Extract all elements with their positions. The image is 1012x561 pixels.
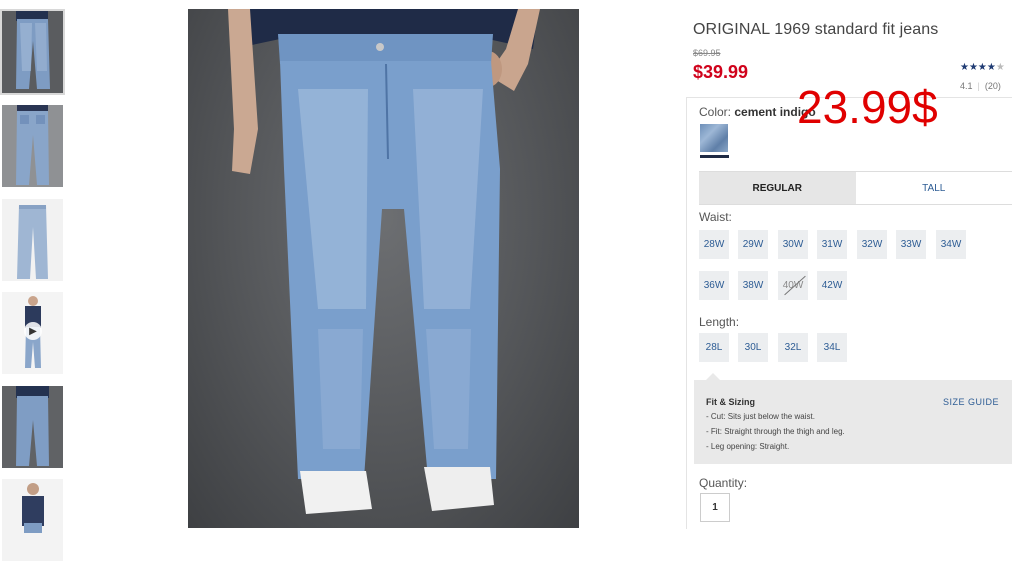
fit-detail-leg-opening: - Leg opening: Straight. xyxy=(706,442,789,451)
waist-size-34w[interactable]: 34W xyxy=(936,230,966,259)
fit-tabs: REGULAR TALL xyxy=(699,171,1012,205)
tab-tall[interactable]: TALL xyxy=(856,172,1012,204)
rating-divider: | xyxy=(978,81,980,91)
jeans-thumbnail-image xyxy=(2,11,63,93)
rating-value: 4.1 xyxy=(960,81,973,91)
fit-detail-cut: - Cut: Sits just below the waist. xyxy=(706,412,815,421)
size-guide-link[interactable]: SIZE GUIDE xyxy=(943,397,999,407)
review-count[interactable]: (20) xyxy=(985,81,1001,91)
length-size-30l[interactable]: 30L xyxy=(738,333,768,362)
star-empty-icon: ★ xyxy=(996,62,1005,73)
waist-size-36w[interactable]: 36W xyxy=(699,271,729,300)
fit-sizing-box xyxy=(694,380,1012,464)
waist-size-29w[interactable]: 29W xyxy=(738,230,768,259)
length-size-32l[interactable]: 32L xyxy=(778,333,808,362)
waist-size-33w[interactable]: 33W xyxy=(896,230,926,259)
length-size-28l[interactable]: 28L xyxy=(699,333,729,362)
jeans-model-image xyxy=(188,9,579,528)
waist-size-28w[interactable]: 28W xyxy=(699,230,729,259)
color-label-text: Color: xyxy=(699,105,731,119)
fit-sizing-title: Fit & Sizing xyxy=(706,397,755,407)
jeans-thumbnail-image xyxy=(2,199,63,281)
thumbnail-5-side-jeans[interactable] xyxy=(2,386,63,468)
main-product-image[interactable] xyxy=(188,9,579,528)
original-price: $69.95 xyxy=(693,48,721,58)
star-rating[interactable]: ★★★★★ xyxy=(960,62,1005,73)
waist-size-31w[interactable]: 31W xyxy=(817,230,847,259)
tab-regular[interactable]: REGULAR xyxy=(699,172,856,204)
waist-size-40w-unavailable[interactable]: 40W xyxy=(778,271,808,300)
jeans-thumbnail-image xyxy=(2,386,63,468)
thumbnail-3-flat-jeans[interactable] xyxy=(2,199,63,281)
color-swatch-cement-indigo[interactable] xyxy=(700,124,728,152)
selected-swatch-indicator xyxy=(700,155,729,158)
fit-detail-fit: - Fit: Straight through the thigh and le… xyxy=(706,427,845,436)
thumbnail-4-video[interactable]: ▶ xyxy=(2,292,63,374)
thumbnail-2-back-jeans[interactable] xyxy=(2,105,63,187)
quantity-label: Quantity: xyxy=(699,476,747,490)
model-thumbnail-image xyxy=(2,479,63,561)
star-icon: ★★★★ xyxy=(960,62,996,73)
product-title: ORIGINAL 1969 standard fit jeans xyxy=(693,21,938,39)
length-size-34l[interactable]: 34L xyxy=(817,333,847,362)
length-label: Length: xyxy=(699,315,739,329)
fit-box-pointer xyxy=(706,373,720,380)
thumbnail-6-model[interactable] xyxy=(2,479,63,561)
jeans-thumbnail-image xyxy=(2,105,63,187)
waist-size-42w[interactable]: 42W xyxy=(817,271,847,300)
quantity-input[interactable]: 1 xyxy=(700,493,730,522)
thumbnail-strip: ▶ xyxy=(0,0,70,528)
product-options-panel xyxy=(686,97,1012,529)
play-icon: ▶ xyxy=(24,322,42,340)
rating-summary[interactable]: 4.1 | (20) xyxy=(960,81,1001,91)
sale-price: $39.99 xyxy=(693,62,748,83)
thumbnail-1-front-jeans[interactable] xyxy=(2,11,63,93)
waist-label: Waist: xyxy=(699,210,732,224)
waist-size-30w[interactable]: 30W xyxy=(778,230,808,259)
overlay-price-annotation: 23.99$ xyxy=(797,84,938,130)
waist-size-32w[interactable]: 32W xyxy=(857,230,887,259)
waist-size-38w[interactable]: 38W xyxy=(738,271,768,300)
